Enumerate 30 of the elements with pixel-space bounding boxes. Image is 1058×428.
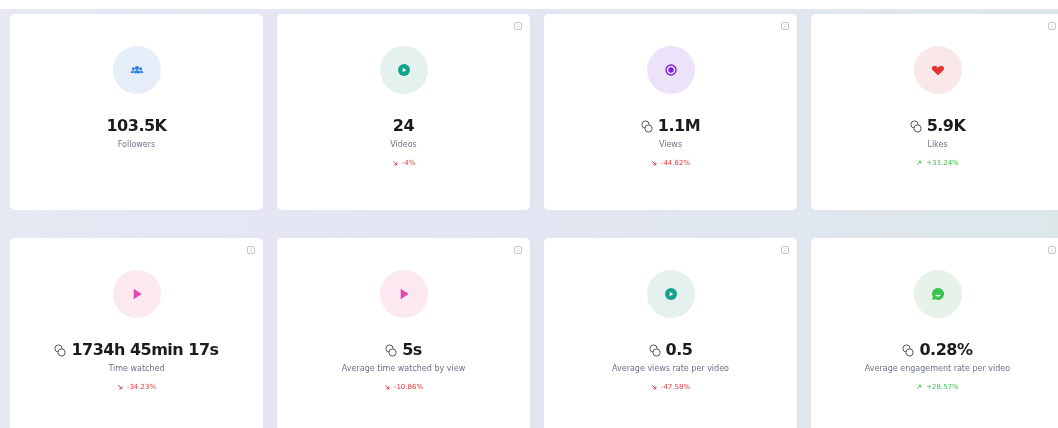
play-circle-icon <box>379 46 428 94</box>
info-icon[interactable] <box>1048 246 1056 254</box>
stat-value: 103.5K <box>106 115 167 137</box>
stat-label: Views <box>658 140 683 149</box>
stat-label: Average engagement rate per video <box>864 364 1011 373</box>
stat-value: 1.1M <box>657 115 701 137</box>
ring-icon <box>646 46 695 94</box>
stat-label: Likes <box>927 140 948 149</box>
stat-label: Average time watched by view <box>341 364 466 373</box>
stat-value: 24 <box>392 115 415 137</box>
info-icon[interactable] <box>781 246 789 254</box>
stat-value: 0.5 <box>665 339 693 361</box>
chat-icon <box>913 270 962 318</box>
stat-label: Average views rate per video <box>612 364 729 373</box>
stat-label: Time watched <box>108 364 165 373</box>
info-icon[interactable] <box>247 246 255 254</box>
stat-value: 1734h 45min 17s <box>71 339 219 361</box>
stat-value: 5.9K <box>926 115 966 137</box>
info-icon[interactable] <box>514 22 522 30</box>
info-icon[interactable] <box>514 246 522 254</box>
play-icon <box>112 270 161 318</box>
play-icon <box>379 270 428 318</box>
info-icon[interactable] <box>781 22 789 30</box>
stat-value: 0.28% <box>919 339 973 361</box>
play-circle-icon <box>646 270 695 318</box>
stat-label: Followers <box>117 140 156 149</box>
people-icon <box>112 46 161 94</box>
stat-label: Videos <box>390 140 417 149</box>
info-icon[interactable] <box>1048 22 1056 30</box>
stat-value: 5s <box>402 339 422 361</box>
